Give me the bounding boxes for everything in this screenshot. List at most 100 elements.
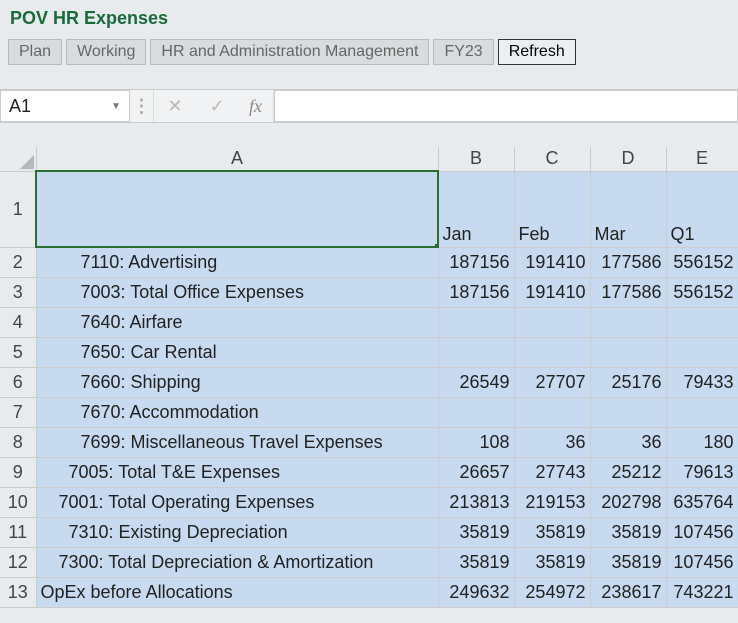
- cell-A8[interactable]: 7699: Miscellaneous Travel Expenses: [36, 427, 438, 457]
- table-row: 117310: Existing Depreciation35819358193…: [0, 517, 738, 547]
- cell-D8[interactable]: 36: [590, 427, 666, 457]
- cell-A7[interactable]: 7670: Accommodation: [36, 397, 438, 427]
- cell-B5[interactable]: [438, 337, 514, 367]
- cell-B12[interactable]: 35819: [438, 547, 514, 577]
- cell-C4[interactable]: [514, 307, 590, 337]
- cell-C2[interactable]: 191410: [514, 247, 590, 277]
- row-header-4[interactable]: 4: [0, 307, 36, 337]
- cell-C6[interactable]: 27707: [514, 367, 590, 397]
- row-header-9[interactable]: 9: [0, 457, 36, 487]
- cell-A6[interactable]: 7660: Shipping: [36, 367, 438, 397]
- cell-C13[interactable]: 254972: [514, 577, 590, 607]
- col-header-D[interactable]: D: [590, 147, 666, 171]
- cell-B11[interactable]: 35819: [438, 517, 514, 547]
- cell-E9[interactable]: 79613: [666, 457, 738, 487]
- cell-C7[interactable]: [514, 397, 590, 427]
- col-header-C[interactable]: C: [514, 147, 590, 171]
- cell-B6[interactable]: 26549: [438, 367, 514, 397]
- cell-E12[interactable]: 107456: [666, 547, 738, 577]
- pov-chip-plan[interactable]: Plan: [8, 39, 62, 65]
- cell-B8[interactable]: 108: [438, 427, 514, 457]
- cell-D5[interactable]: [590, 337, 666, 367]
- name-box[interactable]: A1 ▼: [0, 90, 130, 122]
- cell-D11[interactable]: 35819: [590, 517, 666, 547]
- cell-C8[interactable]: 36: [514, 427, 590, 457]
- cell-A9[interactable]: 7005: Total T&E Expenses: [36, 457, 438, 487]
- cell-A10[interactable]: 7001: Total Operating Expenses: [36, 487, 438, 517]
- cell-D12[interactable]: 35819: [590, 547, 666, 577]
- cell-A11[interactable]: 7310: Existing Depreciation: [36, 517, 438, 547]
- row-header-2[interactable]: 2: [0, 247, 36, 277]
- table-row: 97005: Total T&E Expenses266572774325212…: [0, 457, 738, 487]
- cell-B4[interactable]: [438, 307, 514, 337]
- cell-D1[interactable]: Mar: [590, 171, 666, 247]
- enter-icon[interactable]: ✓: [196, 90, 238, 122]
- cell-D6[interactable]: 25176: [590, 367, 666, 397]
- cell-D2[interactable]: 177586: [590, 247, 666, 277]
- row-header-1[interactable]: 1: [0, 171, 36, 247]
- row-header-8[interactable]: 8: [0, 427, 36, 457]
- cell-B10[interactable]: 213813: [438, 487, 514, 517]
- cell-C9[interactable]: 27743: [514, 457, 590, 487]
- cell-E1[interactable]: Q1: [666, 171, 738, 247]
- row-header-13[interactable]: 13: [0, 577, 36, 607]
- cell-B9[interactable]: 26657: [438, 457, 514, 487]
- cell-E13[interactable]: 743221: [666, 577, 738, 607]
- cell-E6[interactable]: 79433: [666, 367, 738, 397]
- table-row: 57650: Car Rental: [0, 337, 738, 367]
- cell-A3[interactable]: 7003: Total Office Expenses: [36, 277, 438, 307]
- cell-B2[interactable]: 187156: [438, 247, 514, 277]
- cell-B7[interactable]: [438, 397, 514, 427]
- row-header-10[interactable]: 10: [0, 487, 36, 517]
- cell-E2[interactable]: 556152: [666, 247, 738, 277]
- formula-input[interactable]: [274, 90, 738, 122]
- cell-C10[interactable]: 219153: [514, 487, 590, 517]
- cell-D4[interactable]: [590, 307, 666, 337]
- cell-D10[interactable]: 202798: [590, 487, 666, 517]
- cell-C12[interactable]: 35819: [514, 547, 590, 577]
- col-header-B[interactable]: B: [438, 147, 514, 171]
- cell-D9[interactable]: 25212: [590, 457, 666, 487]
- cell-A13[interactable]: OpEx before Allocations: [36, 577, 438, 607]
- cell-D3[interactable]: 177586: [590, 277, 666, 307]
- cell-B13[interactable]: 249632: [438, 577, 514, 607]
- cell-D13[interactable]: 238617: [590, 577, 666, 607]
- cell-E5[interactable]: [666, 337, 738, 367]
- row-header-5[interactable]: 5: [0, 337, 36, 367]
- cell-A1[interactable]: [36, 171, 438, 247]
- cell-C3[interactable]: 191410: [514, 277, 590, 307]
- cell-C5[interactable]: [514, 337, 590, 367]
- select-all-corner[interactable]: [0, 147, 36, 171]
- cell-B1[interactable]: Jan: [438, 171, 514, 247]
- cancel-icon[interactable]: ✕: [154, 90, 196, 122]
- cell-E11[interactable]: 107456: [666, 517, 738, 547]
- cell-E3[interactable]: 556152: [666, 277, 738, 307]
- row-header-3[interactable]: 3: [0, 277, 36, 307]
- cell-A4[interactable]: 7640: Airfare: [36, 307, 438, 337]
- cell-A5[interactable]: 7650: Car Rental: [36, 337, 438, 367]
- pov-row: Plan Working HR and Administration Manag…: [8, 39, 730, 65]
- fx-icon[interactable]: fx: [238, 90, 274, 122]
- row-header-11[interactable]: 11: [0, 517, 36, 547]
- pov-chip-dept[interactable]: HR and Administration Management: [150, 39, 429, 65]
- cell-A2[interactable]: 7110: Advertising: [36, 247, 438, 277]
- cell-E4[interactable]: [666, 307, 738, 337]
- col-header-E[interactable]: E: [666, 147, 738, 171]
- pov-chip-working[interactable]: Working: [66, 39, 146, 65]
- row-header-7[interactable]: 7: [0, 397, 36, 427]
- col-header-A[interactable]: A: [36, 147, 438, 171]
- row-header-6[interactable]: 6: [0, 367, 36, 397]
- pov-chip-year[interactable]: FY23: [433, 39, 493, 65]
- cell-C11[interactable]: 35819: [514, 517, 590, 547]
- cell-E10[interactable]: 635764: [666, 487, 738, 517]
- refresh-button[interactable]: Refresh: [498, 39, 576, 65]
- table-row: 107001: Total Operating Expenses21381321…: [0, 487, 738, 517]
- row-header-12[interactable]: 12: [0, 547, 36, 577]
- cell-C1[interactable]: Feb: [514, 171, 590, 247]
- cell-A12[interactable]: 7300: Total Depreciation & Amortization: [36, 547, 438, 577]
- cell-B3[interactable]: 187156: [438, 277, 514, 307]
- cell-E7[interactable]: [666, 397, 738, 427]
- cell-E8[interactable]: 180: [666, 427, 738, 457]
- name-box-value: A1: [9, 96, 31, 117]
- cell-D7[interactable]: [590, 397, 666, 427]
